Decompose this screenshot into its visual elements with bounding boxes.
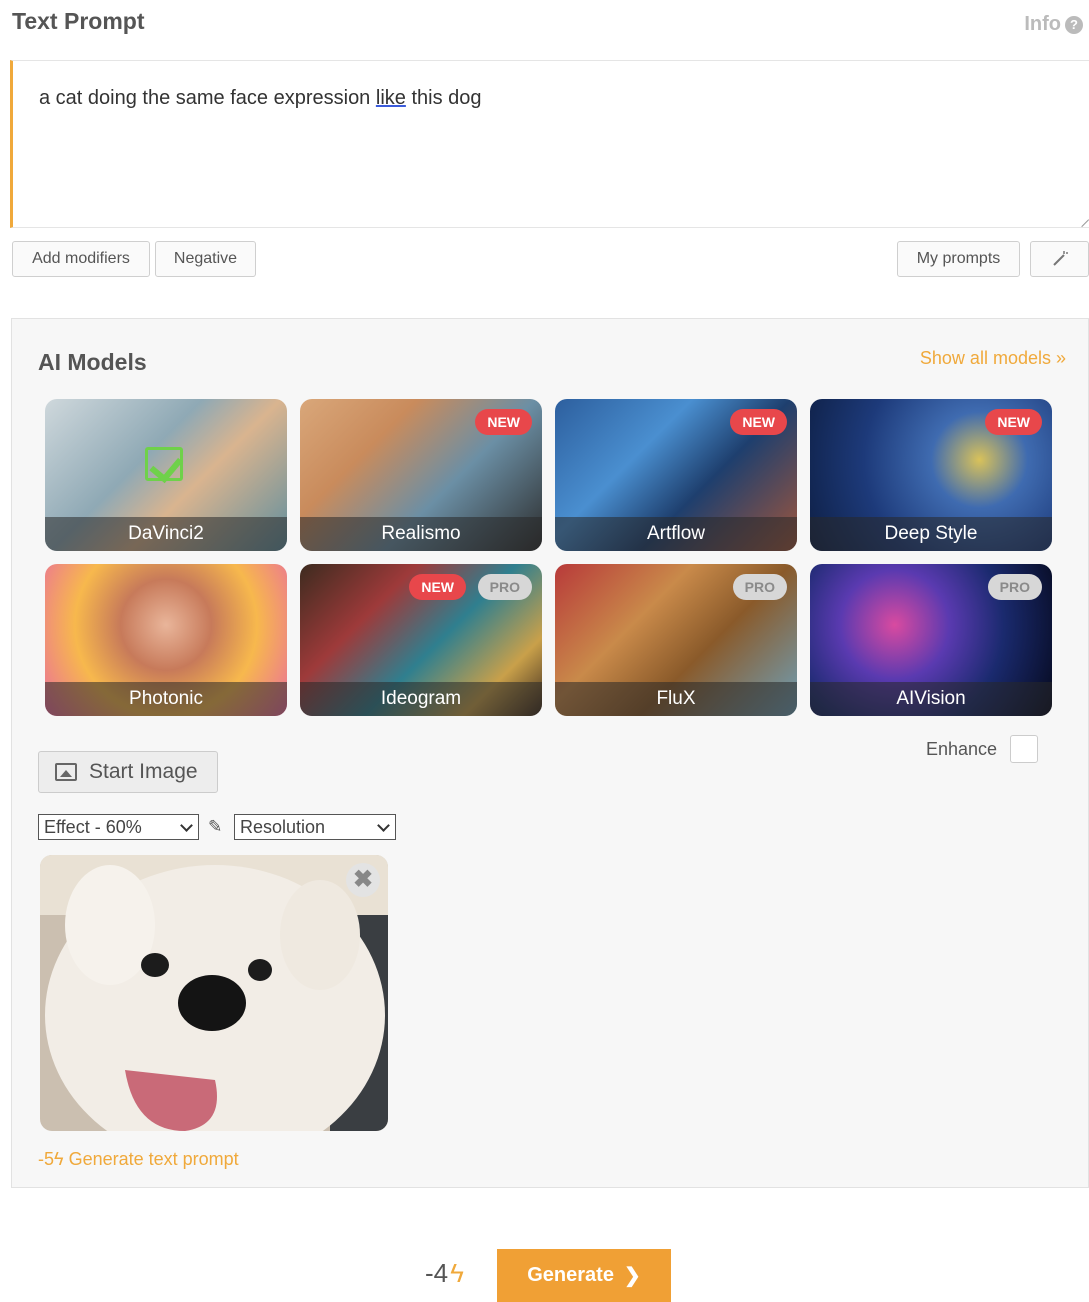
new-badge: NEW: [475, 409, 532, 435]
chevron-down-icon: [180, 819, 193, 832]
start-image-label: Start Image: [89, 760, 198, 783]
effect-select-value: Effect - 60%: [44, 817, 142, 837]
model-card-artflow[interactable]: NEW Artflow: [555, 399, 797, 551]
model-card-ideogram[interactable]: NEW PRO Ideogram: [300, 564, 542, 716]
double-chevron-down-icon: »: [1055, 348, 1066, 368]
chevron-right-icon: ❯: [623, 1265, 641, 1287]
generate-text-cost: -5: [38, 1149, 55, 1169]
negative-button[interactable]: Negative: [155, 241, 256, 277]
model-card-davinci2[interactable]: DaVinci2: [45, 399, 287, 551]
model-label: FluX: [555, 682, 797, 716]
new-badge: NEW: [985, 409, 1042, 435]
model-label: Artflow: [555, 517, 797, 551]
model-label: Photonic: [45, 682, 287, 716]
chevron-down-icon: [377, 819, 390, 832]
pro-badge: PRO: [477, 574, 532, 600]
generate-cost: -4 ϟ: [425, 1258, 464, 1289]
model-label: Deep Style: [810, 517, 1052, 551]
generate-button[interactable]: Generate ❯: [497, 1249, 671, 1302]
resolution-select-value: Resolution: [240, 817, 326, 837]
generate-text-label: Generate text prompt: [68, 1149, 239, 1169]
dog-photo: [40, 855, 388, 1131]
model-card-aivision[interactable]: PRO AIVision: [810, 564, 1052, 716]
page-title: Text Prompt: [12, 8, 145, 34]
resize-handle-icon[interactable]: [1074, 212, 1089, 228]
lightning-icon: ϟ: [450, 1258, 464, 1288]
model-card-flux[interactable]: PRO FluX: [555, 564, 797, 716]
new-badge: NEW: [409, 574, 466, 600]
info-label: Info: [1024, 13, 1061, 35]
page: Text Prompt Info ? a cat doing the same …: [0, 0, 1089, 1302]
model-label: Realismo: [300, 517, 542, 551]
info-link[interactable]: Info ?: [1024, 13, 1083, 36]
magic-wand-icon: [1052, 251, 1068, 266]
magic-wand-button[interactable]: [1030, 241, 1089, 277]
help-icon: ?: [1065, 15, 1083, 34]
generate-text-prompt-link[interactable]: -5ϟ Generate text prompt: [38, 1149, 239, 1170]
show-all-models-link[interactable]: Show all models »: [920, 348, 1066, 369]
remove-image-button[interactable]: ✖: [346, 863, 380, 897]
model-card-realismo[interactable]: NEW Realismo: [300, 399, 542, 551]
generate-label: Generate: [527, 1264, 614, 1286]
ai-models-panel: AI Models Show all models » DaVinci2 NEW…: [11, 318, 1089, 1188]
prompt-text: a cat doing the same face expression lik…: [39, 87, 482, 109]
ai-models-title: AI Models: [38, 349, 147, 375]
model-label: AIVision: [810, 682, 1052, 716]
effect-select[interactable]: Effect - 60%: [38, 814, 199, 840]
add-modifiers-button[interactable]: Add modifiers: [12, 241, 150, 277]
pro-badge: PRO: [732, 574, 787, 600]
my-prompts-button[interactable]: My prompts: [897, 241, 1020, 277]
lightning-icon: ϟ: [54, 1149, 64, 1169]
image-icon: [55, 763, 77, 781]
cost-value: -4: [425, 1258, 449, 1288]
model-label: Ideogram: [300, 682, 542, 716]
model-card-photonic[interactable]: Photonic: [45, 564, 287, 716]
enhance-checkbox[interactable]: [1010, 735, 1038, 763]
start-image-preview: ✖: [40, 855, 388, 1131]
pro-badge: PRO: [987, 574, 1042, 600]
pencil-icon[interactable]: ✎: [208, 817, 226, 837]
prompt-textarea[interactable]: a cat doing the same face expression lik…: [10, 60, 1089, 228]
model-card-deep-style[interactable]: NEW Deep Style: [810, 399, 1052, 551]
new-badge: NEW: [730, 409, 787, 435]
model-label: DaVinci2: [45, 517, 287, 551]
resolution-select[interactable]: Resolution: [234, 814, 396, 840]
selected-check-icon: [145, 447, 183, 481]
start-image-button[interactable]: Start Image: [38, 751, 218, 793]
enhance-label: Enhance: [926, 739, 998, 759]
